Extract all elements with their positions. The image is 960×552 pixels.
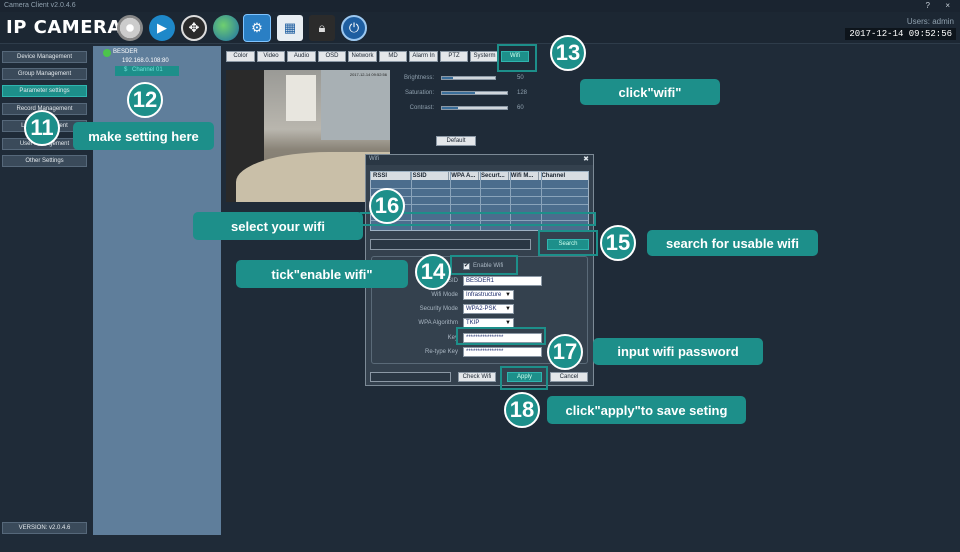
apply-highlight: [500, 366, 548, 390]
cancel-button[interactable]: Cancel: [550, 372, 588, 382]
contrast-fill: [442, 107, 458, 109]
tab-audio[interactable]: Audio: [287, 51, 316, 62]
wifi-mode-value: Infrastructure: [466, 292, 502, 298]
current-user: Users: admin: [906, 17, 954, 26]
brightness-slider[interactable]: [441, 76, 496, 80]
tab-osd[interactable]: OSD: [318, 51, 346, 62]
contrast-value: 60: [517, 105, 524, 111]
step-12-badge: 12: [127, 82, 163, 118]
ptz-icon[interactable]: ✥: [181, 15, 207, 41]
device-tree: [93, 46, 221, 535]
chevron-down-icon: ▼: [505, 306, 511, 312]
tab-video[interactable]: Video: [257, 51, 285, 62]
dialog-close-icon[interactable]: ✖: [583, 155, 589, 163]
key-highlight: [456, 327, 546, 345]
col-channel: Channel: [541, 173, 566, 179]
camera-icon[interactable]: [117, 15, 143, 41]
enable-wifi-highlight: [450, 255, 518, 275]
step-11-badge: 11: [24, 110, 60, 146]
window-title: Camera Client v2.0.4.6: [4, 2, 76, 9]
step-18-callout: click"apply"to save seting: [547, 396, 746, 424]
app-header: [0, 12, 960, 44]
security-mode-label: Security Mode: [419, 306, 458, 312]
contrast-label: Contrast:: [409, 105, 434, 111]
wpa-algorithm-value: TKIP: [466, 320, 480, 326]
tree-channel[interactable]: Channel 01: [132, 67, 163, 73]
check-wifi-button[interactable]: Check Wifi: [458, 372, 496, 382]
step-18-badge: 18: [504, 392, 540, 428]
wifi-tab-highlight: [497, 44, 537, 72]
col-wifi-mode: Wifi M...: [509, 172, 540, 180]
wifi-search-field[interactable]: [370, 239, 531, 250]
retype-key-label: Re-type Key: [424, 349, 458, 355]
status-field: [370, 372, 451, 382]
tab-ptz[interactable]: PTZ: [440, 51, 468, 62]
video-window: [286, 75, 316, 121]
nav-group-management[interactable]: Group Management: [2, 68, 87, 80]
retype-key-field[interactable]: ****************: [463, 347, 542, 357]
col-security: Securt...: [479, 172, 509, 180]
tab-md[interactable]: MD: [379, 51, 407, 62]
step-16-badge: 16: [369, 188, 405, 224]
saturation-value: 128: [517, 90, 528, 96]
saturation-slider[interactable]: [441, 91, 508, 95]
window-title-bar: Camera Client v2.0.4.6: [0, 0, 960, 12]
wifi-mode-select[interactable]: Infrastructure ▼: [463, 290, 514, 300]
chevron-down-icon: ▼: [505, 292, 511, 298]
nav-device-management[interactable]: Device Management: [2, 51, 87, 63]
key-label: Key: [447, 335, 458, 341]
tree-device-ip[interactable]: 192.168.0.108:80: [122, 58, 169, 64]
clock: 2017-12-14 09:52:56: [845, 28, 956, 40]
wifi-mode-label: Wifi Mode: [431, 292, 458, 298]
step-15-callout: search for usable wifi: [647, 230, 818, 256]
step-17-badge: 17: [547, 334, 583, 370]
device-online-icon: [103, 49, 111, 57]
camera-channel-icon: $: [124, 67, 128, 73]
version-label: VERSION: v2.0.4.6: [2, 522, 87, 534]
step-13-badge: 13: [550, 35, 586, 71]
col-rssi: RSSI: [371, 172, 411, 180]
wifi-dialog-title: Wifi: [366, 155, 593, 165]
step-17-callout: input wifi password: [593, 338, 763, 365]
help-icon[interactable]: ?: [926, 1, 930, 10]
saturation-label: Saturation:: [404, 90, 434, 96]
tab-alarm-in[interactable]: Alarm In: [409, 51, 438, 62]
step-13-callout: click"wifi": [580, 79, 720, 105]
brand-logo: IP CAMERA: [6, 17, 122, 38]
search-highlight: [538, 230, 598, 256]
lock-icon[interactable]: 🔒︎: [309, 15, 335, 41]
saturation-fill: [442, 92, 475, 94]
security-mode-value: WPA2-PSK: [466, 306, 497, 312]
tab-color[interactable]: Color: [226, 51, 255, 62]
step-14-callout: tick"enable wifi": [236, 260, 408, 288]
ssid-field[interactable]: BESDER1: [463, 276, 542, 286]
contrast-slider[interactable]: [441, 106, 508, 110]
security-mode-select[interactable]: WPA2-PSK ▼: [463, 304, 514, 314]
step-16-callout: select your wifi: [193, 212, 363, 240]
record-file-icon[interactable]: ▦: [277, 15, 303, 41]
col-wpa: WPA A...: [449, 172, 480, 180]
brightness-fill: [442, 77, 453, 79]
nav-parameter-settings[interactable]: Parameter settings: [2, 85, 87, 97]
close-window-icon[interactable]: ×: [945, 1, 950, 10]
col-ssid: SSID: [411, 172, 450, 180]
brightness-label: Brightness:: [403, 75, 434, 81]
tree-root[interactable]: BESDER: [113, 49, 138, 55]
power-icon[interactable]: ⏻: [341, 15, 367, 41]
chevron-down-icon: ▼: [505, 320, 511, 326]
tab-systerm[interactable]: Systerm: [470, 51, 499, 62]
step-11-callout: make setting here: [73, 122, 214, 150]
settings-icon[interactable]: ⚙: [243, 14, 271, 42]
brightness-value: 50: [517, 75, 524, 81]
step-14-badge: 14: [415, 254, 451, 290]
step-15-badge: 15: [600, 225, 636, 261]
globe-icon[interactable]: [213, 15, 239, 41]
playback-icon[interactable]: ▶: [149, 15, 175, 41]
nav-other-settings[interactable]: Other Settings: [2, 155, 87, 167]
wpa-algorithm-label: WPA Algorithm: [418, 320, 458, 326]
tab-network[interactable]: Network: [348, 51, 377, 62]
default-button[interactable]: Default: [436, 136, 476, 146]
